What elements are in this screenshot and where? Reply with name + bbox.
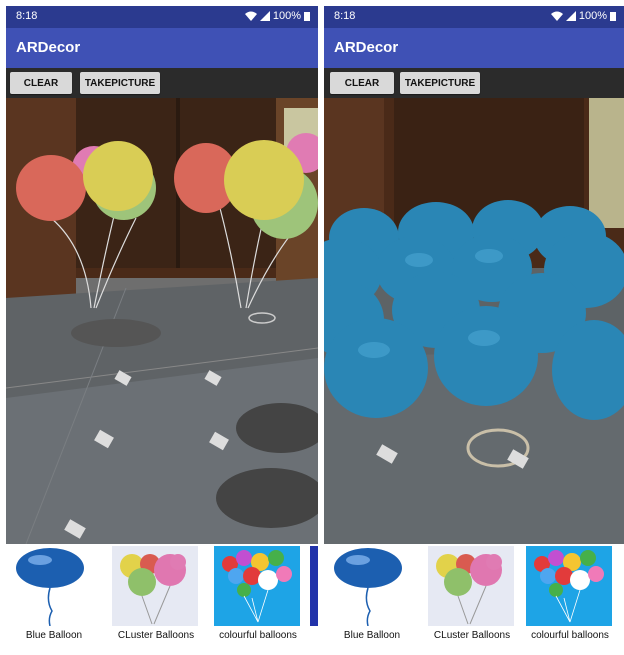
model-item-cluster-balloons[interactable]: CLuster Balloons: [424, 544, 520, 646]
model-label: CLuster Balloons: [433, 630, 511, 641]
model-label: CLuster Balloons: [117, 630, 195, 641]
clear-button[interactable]: CLEAR: [10, 72, 72, 94]
take-picture-button[interactable]: TAKEPICTURE: [400, 72, 480, 94]
model-item-colourful-balloons[interactable]: colourful balloons: [210, 544, 306, 646]
model-label: colourful balloons: [531, 630, 609, 641]
colourful-balloons-icon: [526, 546, 612, 626]
app-title: ARDecor: [16, 39, 81, 56]
ar-camera-view[interactable]: [6, 98, 318, 544]
signal-icon: [259, 11, 270, 21]
wifi-icon: [550, 11, 563, 21]
model-item-blue-balloon[interactable]: Blue Balloon: [6, 544, 102, 646]
model-gallery: Blue Balloon CLuster Balloons colourful …: [6, 544, 318, 646]
cluster-balloons-icon: [428, 546, 514, 626]
battery-icon: [610, 12, 616, 21]
toolbar: CLEAR TAKEPICTURE: [324, 68, 624, 98]
screenshot-right: 8:18 100% ARDecor CLEAR TAKEPICTURE Blue…: [324, 6, 624, 646]
status-time: 8:18: [334, 10, 356, 22]
next-model-peek: [310, 546, 318, 626]
wifi-icon: [244, 11, 257, 21]
screenshot-left: 8:18 100% ARDecor CLEAR TAKEPICTURE Blue…: [6, 6, 318, 646]
status-bar: 8:18 100%: [6, 6, 318, 28]
app-title: ARDecor: [334, 39, 399, 56]
colourful-balloons-icon: [214, 546, 300, 626]
status-bar: 8:18 100%: [324, 6, 624, 28]
model-item-cluster-balloons[interactable]: CLuster Balloons: [108, 544, 204, 646]
model-item-blue-balloon[interactable]: Blue Balloon: [324, 544, 420, 646]
cluster-balloons-icon: [112, 546, 198, 626]
status-icons: 100%: [244, 10, 310, 22]
model-label: colourful balloons: [219, 630, 297, 641]
model-label: Blue Balloon: [343, 630, 401, 641]
blue-balloon-icon: [328, 546, 414, 626]
blue-balloon-icon: [10, 546, 96, 626]
toolbar: CLEAR TAKEPICTURE: [6, 68, 318, 98]
battery-icon: [304, 12, 310, 21]
model-gallery: Blue Balloon CLuster Balloons colourful …: [324, 544, 624, 646]
app-bar: ARDecor: [324, 28, 624, 68]
status-time: 8:18: [16, 10, 38, 22]
battery-percent: 100%: [578, 10, 607, 22]
status-icons: 100%: [550, 10, 616, 22]
battery-percent: 100%: [272, 10, 301, 22]
take-picture-button[interactable]: TAKEPICTURE: [80, 72, 160, 94]
model-item-colourful-balloons[interactable]: colourful balloons: [522, 544, 618, 646]
ar-camera-view[interactable]: [324, 98, 624, 544]
app-bar: ARDecor: [6, 28, 318, 68]
model-label: Blue Balloon: [25, 630, 83, 641]
signal-icon: [565, 11, 576, 21]
clear-button[interactable]: CLEAR: [330, 72, 394, 94]
